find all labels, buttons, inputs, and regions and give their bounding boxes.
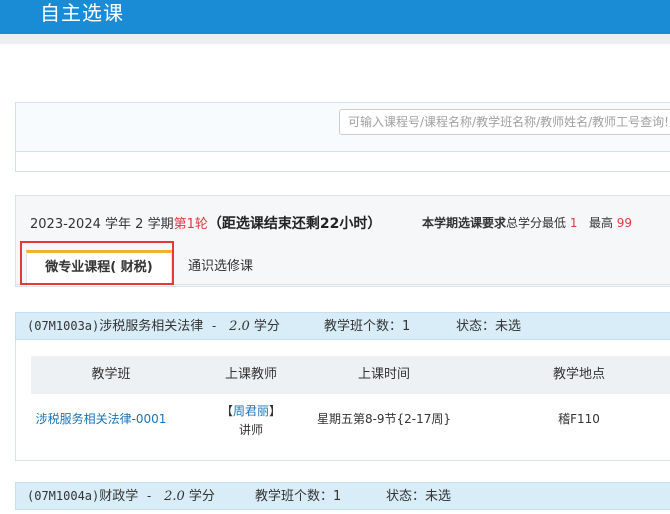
class-location: 稽F110	[558, 412, 600, 426]
column-header-class: 教学班	[91, 367, 131, 382]
course-credit-unit-2: 学分	[188, 489, 215, 504]
teacher-bracket-close: 】	[269, 404, 282, 418]
min-credit-label: 总学分最低	[506, 216, 567, 230]
teacher-title: 讲师	[238, 423, 263, 437]
course-credit-2: 2.0	[164, 489, 185, 504]
requirement-label: 本学期选课要求	[422, 216, 507, 230]
course-dash-2: -	[138, 489, 160, 503]
teacher-name-link[interactable]: 周君丽	[233, 404, 269, 418]
credit-requirement: 本学期选课要求总学分最低 1 最高 99	[422, 214, 632, 231]
course-header-1[interactable]: (07M1003a)涉税服务相关法律 - 2.0 学分 教学班个数：1 状态：未…	[15, 312, 670, 340]
course-status-2: 状态：未选	[386, 483, 451, 510]
tab-highlight-box	[20, 241, 174, 285]
min-credit-value: 1	[569, 216, 578, 230]
term-year: 2023-2024	[30, 217, 101, 232]
course-credit-unit-1: 学分	[253, 319, 280, 334]
course-body-1: 教学班 上课教师 上课时间 教学地点 涉税服务相关法律-0001 【周君丽】 讲…	[15, 340, 670, 461]
term-year-suffix: 学年	[105, 217, 132, 232]
teacher-name-line: 【周君丽】	[201, 402, 301, 419]
status-value-1: 未选	[495, 319, 522, 334]
term-round: 第1轮	[173, 217, 208, 232]
search-panel	[15, 102, 670, 172]
status-label-2: 状态：	[386, 489, 426, 504]
term-number: 2	[135, 217, 144, 232]
course-class-count-1: 教学班个数：1	[324, 313, 410, 340]
tab-general-elective[interactable]: 通识选修课	[176, 250, 265, 284]
column-header-location: 教学地点	[552, 367, 605, 382]
class-count-label-2: 教学班个数：	[255, 489, 334, 504]
column-header-time: 上课时间	[357, 367, 410, 382]
course-dash-1: -	[203, 319, 225, 333]
page-title: 自主选课	[40, 1, 124, 25]
course-title-2: (07M1004a)财政学 - 2.0 学分	[27, 483, 215, 510]
table-row[interactable]: 涉税服务相关法律-0001 【周君丽】 讲师 星期五第8-9节{2-17周} 稽…	[31, 394, 670, 454]
search-panel-strip	[16, 152, 670, 171]
term-suffix: 学期	[147, 217, 174, 232]
class-count-value-2: 1	[333, 489, 342, 504]
class-table-header: 教学班 上课教师 上课时间 教学地点	[31, 356, 670, 394]
status-value-2: 未选	[425, 489, 452, 504]
column-header-teacher: 上课教师	[224, 367, 277, 382]
course-name-2: 财政学	[99, 489, 139, 504]
course-code-1: (07M1003a)	[27, 319, 100, 333]
status-label-1: 状态：	[456, 319, 496, 334]
countdown-text: （距选课结束还剩22小时）	[207, 216, 382, 232]
teacher-cell: 【周君丽】 讲师	[201, 402, 301, 438]
course-name-1: 涉税服务相关法律	[99, 319, 204, 334]
course-class-count-2: 教学班个数：1	[255, 483, 341, 510]
header-subbar	[0, 34, 670, 44]
course-status-1: 状态：未选	[456, 313, 521, 340]
course-credit-1: 2.0	[229, 319, 250, 334]
term-info-line: 2023-2024 学年 2 学期第1轮（距选课结束还剩22小时）	[30, 213, 381, 233]
search-input[interactable]	[339, 109, 670, 135]
max-credit-label: 最高	[588, 216, 613, 230]
course-code-2: (07M1004a)	[27, 489, 100, 503]
teacher-bracket-open: 【	[220, 404, 233, 418]
class-count-label-1: 教学班个数：	[324, 319, 403, 334]
class-name-link[interactable]: 涉税服务相关法律-0001	[26, 410, 176, 427]
top-header-bar: 自主选课	[0, 0, 670, 34]
max-credit-value: 99	[616, 216, 633, 230]
class-time: 星期五第8-9节{2-17周}	[316, 412, 452, 426]
class-count-value-1: 1	[402, 319, 411, 334]
course-title-1: (07M1003a)涉税服务相关法律 - 2.0 学分	[27, 313, 280, 340]
course-header-2[interactable]: (07M1004a)财政学 - 2.0 学分 教学班个数：1 状态：未选	[15, 482, 670, 510]
